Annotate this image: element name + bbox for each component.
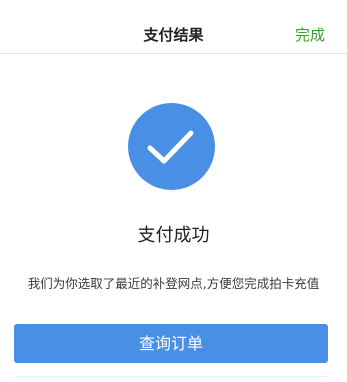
result-description: 我们为你选取了最近的补登网点,方便您完成拍卡充值 <box>27 276 320 291</box>
payment-status-text: 支付成功 <box>137 225 210 246</box>
done-button[interactable]: 完成 <box>295 24 325 46</box>
query-order-button[interactable]: 查询订单 <box>14 324 328 363</box>
top-bar: 支付结果 完成 <box>0 0 347 54</box>
checkmark-icon <box>147 130 194 164</box>
success-checkmark-icon <box>128 103 215 190</box>
divider <box>14 376 328 377</box>
